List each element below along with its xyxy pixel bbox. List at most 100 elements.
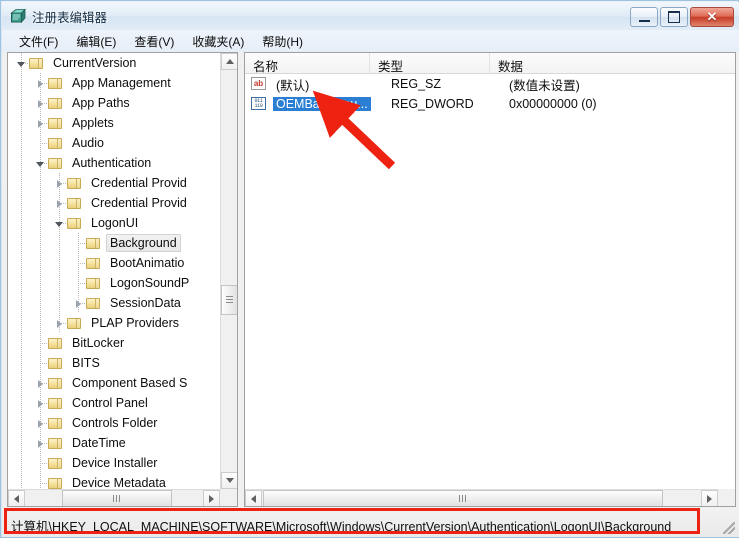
folder-icon [48,137,63,150]
tree-item-credential-provid[interactable]: Credential Provid [8,193,220,213]
tree-guide-line [40,273,41,293]
tree-no-expander [35,358,46,369]
tree-item-bits[interactable]: BITS [8,353,220,373]
values-scroll-left-button[interactable] [245,490,262,506]
tree-guide-line [21,93,22,113]
value-type-cell: REG_SZ [391,77,442,91]
menu-help[interactable]: 帮助(H) [253,31,312,52]
tree-item-logonui[interactable]: LogonUI [8,213,220,233]
tree-guide-line [21,393,22,413]
tree-scroll-left-button[interactable] [8,490,25,506]
maximize-button[interactable] [660,7,688,27]
expand-triangle-icon[interactable] [35,378,46,389]
tree-item-label: Credential Provid [91,196,187,210]
tree-item-applets[interactable]: Applets [8,113,220,133]
expand-triangle-icon[interactable] [35,98,46,109]
tree-guide-line [59,253,60,273]
tree-item-logonsoundp[interactable]: LogonSoundP [8,273,220,293]
value-name-text: OEMBackgrou... [273,97,371,111]
collapse-triangle-icon[interactable] [35,158,46,169]
tree-no-expander [35,338,46,349]
menu-favorites[interactable]: 收藏夹(A) [183,31,253,52]
expand-triangle-icon[interactable] [54,318,65,329]
registry-editor-window: 注册表编辑器 ✕ 文件(F) 编辑(E) 查看(V) 收藏夹(A) 帮助(H) [0,0,739,538]
expand-triangle-icon[interactable] [35,78,46,89]
tree-scroll-down-button[interactable] [221,472,237,489]
column-header-type[interactable]: 类型 [370,53,490,74]
folder-icon [67,217,82,230]
expand-triangle-icon[interactable] [54,198,65,209]
expand-triangle-icon[interactable] [73,298,84,309]
values-row[interactable]: ab (默认) REG_SZ (数值未设置) [245,74,735,94]
tree-item-label: CurrentVersion [53,56,137,70]
values-header-row: 名称 类型 数据 [245,53,735,74]
tree-scroll-thumb[interactable] [221,285,237,315]
folder-icon [86,277,101,290]
tree-guide-line [40,313,41,333]
resize-grip[interactable] [723,522,735,534]
folder-icon [29,57,44,70]
tree-horizontal-scrollbar[interactable] [8,489,220,506]
tree-item-device-installer[interactable]: Device Installer [8,453,220,473]
expand-triangle-icon[interactable] [35,438,46,449]
menu-bar: 文件(F) 编辑(E) 查看(V) 收藏夹(A) 帮助(H) [2,30,739,52]
values-list[interactable]: ab (默认) REG_SZ (数值未设置) 011 110 OEMBackgrou... R… [245,74,735,489]
tree-item-audio[interactable]: Audio [8,133,220,153]
tree-guide-line [21,333,22,353]
tree-item-datetime[interactable]: DateTime [8,433,220,453]
folder-icon [48,337,63,350]
tree-item-currentversion[interactable]: CurrentVersion [8,53,220,73]
tree-guide-line [40,233,41,253]
tree-item-device-metadata[interactable]: Device Metadata [8,473,220,489]
tree-guide-line [21,433,22,453]
tree-item-background[interactable]: Background [8,233,220,253]
tree-item-bitlocker[interactable]: BitLocker [8,333,220,353]
tree-vertical-scrollbar[interactable] [220,53,237,489]
tree-guide-line [21,253,22,273]
value-name-text: (默认) [276,78,310,93]
registry-values-pane: 名称 类型 数据 ab (默认) REG_SZ (数值未设置) 011 110 OEMBac… [244,52,736,507]
expand-triangle-icon[interactable] [35,398,46,409]
menu-view[interactable]: 查看(V) [125,31,183,52]
status-bar: 计算机\HKEY_LOCAL_MACHINE\SOFTWARE\Microsof… [2,507,739,537]
tree-item-app-management[interactable]: App Management [8,73,220,93]
close-button[interactable]: ✕ [690,7,734,27]
expand-triangle-icon[interactable] [54,178,65,189]
tree-scroll-corner [220,489,237,506]
tree-scroll-right-button[interactable] [203,490,220,506]
tree-guide-line [21,353,22,373]
collapse-triangle-icon[interactable] [54,218,65,229]
tree-item-controls-folder[interactable]: Controls Folder [8,413,220,433]
expand-triangle-icon[interactable] [35,118,46,129]
collapse-triangle-icon[interactable] [16,58,27,69]
tree-item-component-based-s[interactable]: Component Based S [8,373,220,393]
tree-item-control-panel[interactable]: Control Panel [8,393,220,413]
values-row[interactable]: 011 110 OEMBackgrou... REG_DWORD 0x00000000 … [245,94,735,114]
tree-item-plap-providers[interactable]: PLAP Providers [8,313,220,333]
expand-triangle-icon[interactable] [35,418,46,429]
tree-item-sessiondata[interactable]: SessionData [8,293,220,313]
tree-item-credential-provid[interactable]: Credential Provid [8,173,220,193]
folder-icon [48,437,63,450]
registry-tree[interactable]: CurrentVersion App Management App Paths App… [8,53,220,489]
values-horizontal-scrollbar[interactable] [245,489,718,506]
tree-scroll-up-button[interactable] [221,53,237,70]
tree-item-app-paths[interactable]: App Paths [8,93,220,113]
window-frame: 注册表编辑器 ✕ 文件(F) 编辑(E) 查看(V) 收藏夹(A) 帮助(H) [0,0,739,538]
tree-hscroll-thumb[interactable] [62,490,172,506]
tree-item-label: Background [106,234,181,252]
registry-path-text: 计算机\HKEY_LOCAL_MACHINE\SOFTWARE\Microsof… [11,520,672,534]
title-bar[interactable]: 注册表编辑器 ✕ [2,2,739,31]
menu-file[interactable]: 文件(F) [10,31,67,52]
tree-guide-line [21,273,22,293]
tree-item-label: Control Panel [72,396,148,410]
tree-item-authentication[interactable]: Authentication [8,153,220,173]
tree-guide-line [40,293,41,313]
values-hscroll-thumb[interactable] [263,490,663,506]
values-scroll-right-button[interactable] [701,490,718,506]
column-header-data[interactable]: 数据 [490,53,735,74]
minimize-button[interactable] [630,7,658,27]
menu-edit[interactable]: 编辑(E) [67,31,125,52]
tree-item-bootanimatio[interactable]: BootAnimatio [8,253,220,273]
column-header-name[interactable]: 名称 [245,53,370,74]
